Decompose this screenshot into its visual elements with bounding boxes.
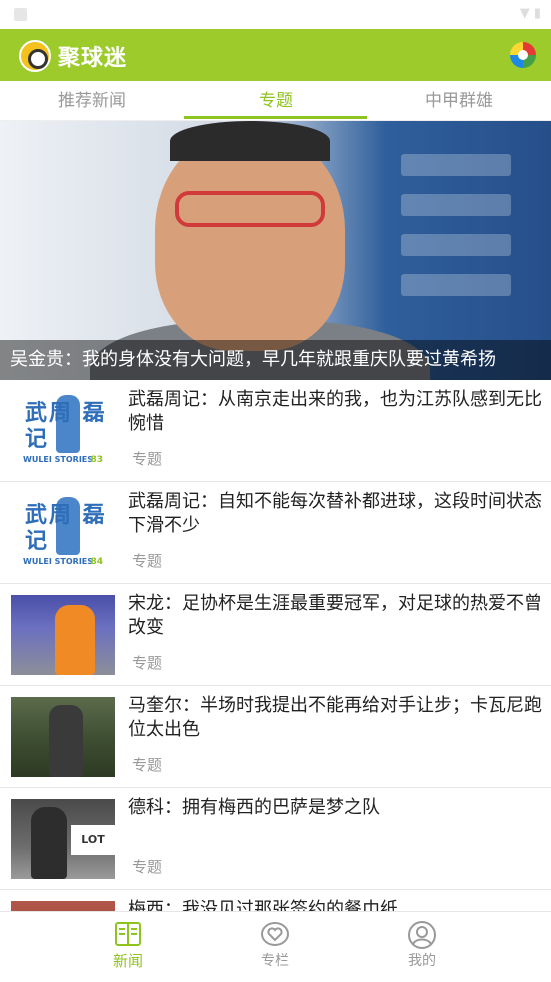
- thumbnail-number: 84: [90, 557, 103, 567]
- thumbnail-heading: 武周 磊记: [25, 503, 107, 554]
- news-item[interactable]: 武周 磊记 WULEI STORIES 84 武磊周记：自知不能每次替补都进球，…: [0, 482, 551, 584]
- hero-person-glasses: [175, 191, 325, 227]
- status-bar: ▼ ▮: [0, 0, 551, 29]
- news-item[interactable]: 宋龙：足协杯是生涯最重要冠军，对足球的热爱不曾改变 专题: [0, 584, 551, 686]
- hero-person-hair: [170, 121, 330, 161]
- news-title[interactable]: 武磊周记：自知不能每次替补都进球，这段时间状态下滑不少: [128, 490, 542, 538]
- thumbnail-number: 83: [90, 455, 103, 465]
- status-icons: ▼ ▮: [519, 6, 541, 21]
- newspaper-icon: [115, 922, 141, 946]
- news-tag: 专题: [132, 858, 163, 876]
- news-list: 武周 磊记 WULEI STORIES 83 武磊周记：从南京走出来的我，也为江…: [0, 380, 551, 911]
- person-figure: [31, 807, 67, 879]
- news-item[interactable]: 马奎尔：半场时我提出不能再给对手让步；卡瓦尼跑位太出色 专题: [0, 686, 551, 788]
- tab-recommended-news[interactable]: 推荐新闻: [0, 81, 184, 121]
- news-tag: 专题: [132, 552, 163, 570]
- nav-me[interactable]: 我的: [330, 912, 514, 982]
- hero-person-face: [155, 131, 345, 351]
- news-item[interactable]: 武周 磊记 WULEI STORIES 83 武磊周记：从南京走出来的我，也为江…: [0, 380, 551, 482]
- tab-topics[interactable]: 专题: [184, 81, 368, 121]
- tab-china-league-one[interactable]: 中甲群雄: [367, 81, 551, 121]
- news-tag: 专题: [132, 450, 163, 468]
- color-wheel-icon[interactable]: [510, 42, 536, 68]
- news-thumbnail: [11, 697, 115, 777]
- news-title[interactable]: 德科：拥有梅西的巴萨是梦之队: [128, 796, 542, 820]
- thumbnail-subtitle: WULEI STORIES: [23, 455, 94, 464]
- news-thumbnail: [11, 595, 115, 675]
- user-icon: [408, 921, 436, 949]
- bottom-navigation: 新闻 专栏 我的: [0, 911, 551, 981]
- player-figure: [55, 605, 95, 675]
- news-item[interactable]: LOT 德科：拥有梅西的巴萨是梦之队 专题: [0, 788, 551, 890]
- news-title[interactable]: 马奎尔：半场时我提出不能再给对手让步；卡瓦尼跑位太出色: [128, 694, 542, 742]
- news-title[interactable]: 宋龙：足协杯是生涯最重要冠军，对足球的热爱不曾改变: [128, 592, 542, 640]
- news-thumbnail: [11, 901, 115, 911]
- sponsor-backdrop: [361, 136, 531, 336]
- news-title[interactable]: 梅西：我没见过那张签约的餐巾纸: [128, 898, 542, 911]
- app-header: 聚球迷: [0, 29, 551, 81]
- notification-icon: [14, 8, 27, 21]
- news-title[interactable]: 武磊周记：从南京走出来的我，也为江苏队感到无比惋惜: [128, 388, 542, 436]
- backdrop-board: LOT: [71, 825, 115, 855]
- news-thumbnail: 武周 磊记 WULEI STORIES 83: [11, 391, 115, 471]
- hero-caption[interactable]: 吴金贵：我的身体没有大问题，早几年就跟重庆队要过黄希扬: [0, 340, 551, 380]
- news-tag: 专题: [132, 756, 163, 774]
- news-item[interactable]: 梅西：我没见过那张签约的餐巾纸 专题: [0, 890, 551, 911]
- news-thumbnail: 武周 磊记 WULEI STORIES 84: [11, 493, 115, 573]
- hero-banner[interactable]: 吴金贵：我的身体没有大问题，早几年就跟重庆队要过黄希扬: [0, 121, 551, 380]
- tab-indicator: [184, 116, 367, 119]
- heart-chat-icon: [261, 922, 289, 946]
- category-tabs: 推荐新闻 专题 中甲群雄: [0, 81, 551, 121]
- thumbnail-heading: 武周 磊记: [25, 401, 107, 452]
- player-figure: [49, 705, 83, 777]
- app-title: 聚球迷: [58, 46, 128, 71]
- news-thumbnail: LOT: [11, 799, 115, 879]
- thumbnail-subtitle: WULEI STORIES: [23, 557, 94, 566]
- news-tag: 专题: [132, 654, 163, 672]
- soccer-ball-icon: [19, 40, 51, 72]
- nav-me-label: 我的: [408, 953, 436, 969]
